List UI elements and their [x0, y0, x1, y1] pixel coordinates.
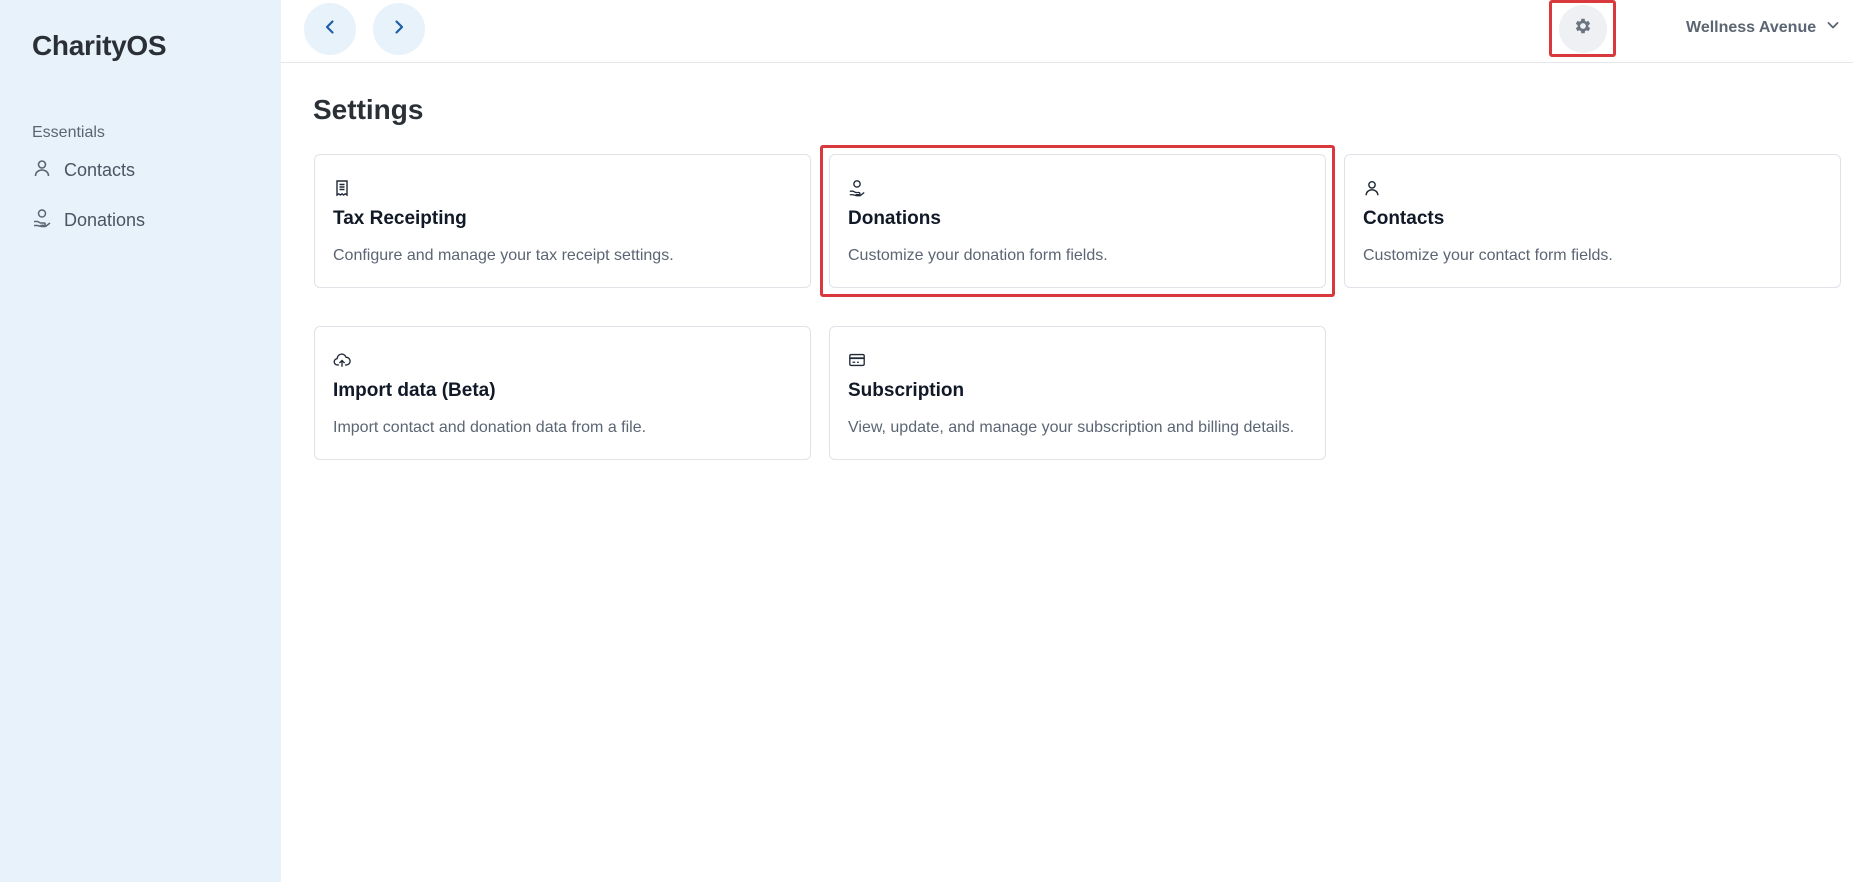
- chevron-down-icon: [1826, 18, 1840, 37]
- chevron-left-icon: [321, 18, 339, 41]
- person-icon: [1363, 179, 1381, 197]
- donation-hand-icon: [848, 179, 866, 197]
- nav-section-label: Essentials: [32, 124, 105, 141]
- settings-button[interactable]: [1558, 4, 1607, 53]
- settings-card-import-data[interactable]: Import data (Beta) Import contact and do…: [314, 326, 811, 460]
- settings-card-contacts[interactable]: Contacts Customize your contact form fie…: [1344, 154, 1841, 288]
- sidebar-item-donations[interactable]: Donations: [32, 208, 145, 233]
- settings-card-subscription[interactable]: Subscription View, update, and manage yo…: [829, 326, 1326, 460]
- sidebar: CharityOS Essentials Contacts Donations: [0, 0, 281, 882]
- card-title: Tax Receipting: [333, 208, 467, 229]
- card-title: Donations: [848, 208, 941, 229]
- back-button[interactable]: [304, 3, 356, 55]
- top-bar: Wellness Avenue: [281, 0, 1853, 63]
- card-description: Customize your donation form fields.: [848, 247, 1108, 264]
- brand-logo[interactable]: CharityOS: [32, 30, 167, 62]
- settings-card-tax-receipting[interactable]: Tax Receipting Configure and manage your…: [314, 154, 811, 288]
- sidebar-item-contacts[interactable]: Contacts: [32, 158, 135, 183]
- card-description: Import contact and donation data from a …: [333, 419, 647, 436]
- card-title: Contacts: [1363, 208, 1445, 229]
- card-description: Configure and manage your tax receipt se…: [333, 247, 674, 264]
- receipt-icon: [333, 179, 351, 197]
- gear-icon: [1573, 16, 1593, 41]
- settings-button-highlight: [1549, 0, 1616, 57]
- organization-name: Wellness Avenue: [1686, 18, 1817, 36]
- chevron-right-icon: [390, 18, 408, 41]
- card-description: Customize your contact form fields.: [1363, 247, 1613, 264]
- person-icon: [32, 158, 52, 183]
- card-title: Subscription: [848, 380, 965, 401]
- card-title: Import data (Beta): [333, 380, 496, 401]
- organization-selector[interactable]: Wellness Avenue: [1686, 18, 1840, 37]
- settings-card-donations[interactable]: Donations Customize your donation form f…: [829, 154, 1326, 288]
- card-description: View, update, and manage your subscripti…: [848, 419, 1295, 436]
- cloud-upload-icon: [333, 351, 351, 369]
- credit-card-icon: [848, 351, 866, 369]
- donation-hand-icon: [32, 208, 52, 233]
- page-title: Settings: [313, 94, 424, 125]
- sidebar-item-label: Contacts: [64, 160, 136, 180]
- forward-button[interactable]: [373, 3, 425, 55]
- sidebar-item-label: Donations: [64, 210, 146, 230]
